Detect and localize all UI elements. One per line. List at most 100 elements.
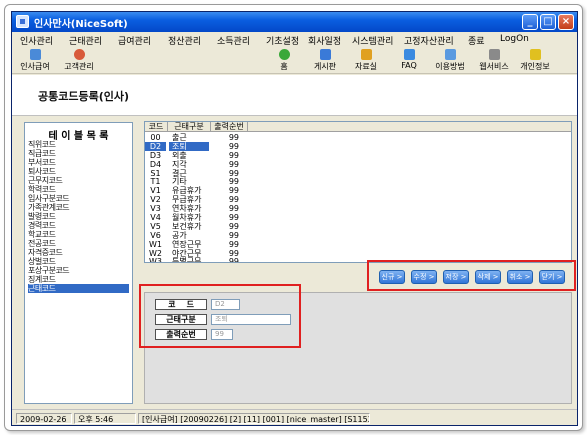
cell-attendance-type: 특별근무 xyxy=(172,257,202,263)
table-list-item[interactable]: 학력코드 xyxy=(28,185,129,194)
cell-code: 00 xyxy=(150,133,161,142)
grid-row[interactable]: V6 공가 99 xyxy=(145,231,571,240)
tool-guide[interactable]: 이용방법 xyxy=(427,49,473,73)
table-list-item[interactable]: 징계코드 xyxy=(28,275,129,284)
tool-label: 웹서비스 xyxy=(479,62,509,71)
output-order-field[interactable]: 99 xyxy=(211,329,233,340)
page-title: 공통코드등록(인사) xyxy=(38,90,130,103)
menu-basic-settings[interactable]: 기초설정 xyxy=(266,34,299,47)
grid-row[interactable]: V2 무급휴가 99 xyxy=(145,195,571,204)
table-list-item[interactable]: 발령코드 xyxy=(28,212,129,221)
table-list-item[interactable]: 직급코드 xyxy=(28,149,129,158)
grid-row[interactable]: T1 기타 99 xyxy=(145,177,571,186)
cell-code: T1 xyxy=(150,177,161,187)
cell-attendance-type: 출근 xyxy=(172,133,187,142)
grid-row[interactable]: W1 연장근무 99 xyxy=(145,240,571,249)
table-list-item[interactable]: 부서코드 xyxy=(28,158,129,167)
title-bar[interactable]: 인사만사(NiceSoft) _ □ × xyxy=(12,12,577,32)
menu-system[interactable]: 시스템관리 xyxy=(352,34,393,47)
output-order-label: 출력순번 xyxy=(155,329,207,340)
grid-row[interactable]: V1 유급휴가 99 xyxy=(145,186,571,195)
grid-row[interactable]: V4 월차휴가 99 xyxy=(145,213,571,222)
cell-code: W1 xyxy=(149,239,162,249)
table-list-item[interactable]: 퇴사코드 xyxy=(28,167,129,176)
table-list-item[interactable]: 입사구분코드 xyxy=(28,194,129,203)
tool-customer[interactable]: 고객관리 xyxy=(56,49,102,73)
cell-attendance-type: 외출 xyxy=(172,150,187,160)
grid-row[interactable]: D3 외출 99 xyxy=(145,151,571,160)
column-header-type[interactable]: 근태구분 xyxy=(168,122,211,132)
attendance-type-field[interactable]: 조퇴 xyxy=(211,314,291,325)
tool-label: 고객관리 xyxy=(64,62,94,71)
screenshot-frame: 인사만사(NiceSoft) _ □ × 인사관리 근태관리 급여관리 정산관리… xyxy=(4,4,583,431)
grid-row[interactable]: 00 출근 99 xyxy=(145,133,571,142)
column-header-code[interactable]: 코드 xyxy=(145,122,168,132)
menu-company-schedule[interactable]: 회사일정 xyxy=(308,34,341,47)
table-list-item[interactable]: 전공코드 xyxy=(28,239,129,248)
maximize-button[interactable]: □ xyxy=(540,14,556,30)
edit-button[interactable]: 수정 > xyxy=(411,270,437,284)
table-list-item[interactable]: 근태코드 xyxy=(28,284,129,293)
cell-output-order: 99 xyxy=(228,239,239,249)
grid-row[interactable]: V5 보건휴가 99 xyxy=(145,222,571,231)
tool-personal-info[interactable]: 개인정보 xyxy=(512,49,558,73)
grid-row[interactable]: W2 야간근무 99 xyxy=(145,249,571,258)
status-bar: 2009-02-26 오후 5:46 [인사급여] [20090226] [2]… xyxy=(12,409,577,425)
table-list-item[interactable]: 상벌코드 xyxy=(28,257,129,266)
cell-attendance-type: 연차휴가 xyxy=(172,204,202,214)
new-button[interactable]: 신규 > xyxy=(379,270,405,284)
cell-attendance-type: 연장근무 xyxy=(172,239,202,249)
cell-code: D2 xyxy=(145,141,166,151)
table-list-item[interactable]: 포상구분코드 xyxy=(28,266,129,275)
status-session-info: [인사급여] [20090226] [2] [11] [001] [nice_m… xyxy=(138,413,370,424)
cell-code: S1 xyxy=(150,168,161,178)
menu-settlement[interactable]: 정산관리 xyxy=(168,34,201,47)
web-service-icon xyxy=(488,49,500,60)
menu-income[interactable]: 소득관리 xyxy=(217,34,250,47)
tool-label: 게시판 xyxy=(313,62,337,71)
tool-home[interactable]: 홈 xyxy=(261,49,307,73)
window-title: 인사만사(NiceSoft) xyxy=(34,19,128,30)
close-button[interactable]: × xyxy=(558,14,574,30)
menu-hr[interactable]: 인사관리 xyxy=(20,34,53,47)
customer-icon xyxy=(73,49,85,60)
cell-output-order: 99 xyxy=(228,230,239,240)
grid-row[interactable]: D4 지각 99 xyxy=(145,160,571,169)
tool-board[interactable]: 게시판 xyxy=(302,49,348,73)
menu-fixed-assets[interactable]: 고정자산관리 xyxy=(404,34,454,47)
cell-code: V2 xyxy=(150,195,161,205)
grid-row[interactable]: D2 조퇴 99 xyxy=(145,141,571,151)
code-field[interactable]: D2 xyxy=(211,299,240,310)
cell-code: V1 xyxy=(150,186,161,196)
app-window: 인사만사(NiceSoft) _ □ × 인사관리 근태관리 급여관리 정산관리… xyxy=(11,11,578,426)
menu-logon[interactable]: LogOn xyxy=(500,34,529,44)
tool-faq[interactable]: FAQ xyxy=(386,49,432,73)
table-list-item[interactable]: 직위코드 xyxy=(28,140,129,149)
minimize-button[interactable]: _ xyxy=(522,14,538,30)
save-button[interactable]: 저장 > xyxy=(443,270,469,284)
menu-attendance[interactable]: 근태관리 xyxy=(69,34,102,47)
grid-row[interactable]: S1 결근 99 xyxy=(145,169,571,178)
action-button-group: 신규 > 수정 > 저장 > 삭제 > 취소 > 닫기 > xyxy=(367,260,576,291)
cell-output-order: 99 xyxy=(228,159,239,169)
cancel-button[interactable]: 취소 > xyxy=(507,270,533,284)
table-list-item[interactable]: 근무지코드 xyxy=(28,176,129,185)
tool-web-service[interactable]: 웹서비스 xyxy=(471,49,517,73)
table-list-item[interactable]: 자격증코드 xyxy=(28,248,129,257)
table-list-item[interactable]: 경력코드 xyxy=(28,221,129,230)
cell-attendance-type: 기타 xyxy=(172,177,187,187)
cell-output-order: 99 xyxy=(228,133,239,142)
table-list-item[interactable]: 학교코드 xyxy=(28,230,129,239)
tool-payroll-hr[interactable]: 인사급여 xyxy=(12,49,58,73)
menu-exit[interactable]: 종료 xyxy=(468,34,485,47)
close-form-button[interactable]: 닫기 > xyxy=(539,270,565,284)
cell-output-order: 99 xyxy=(228,141,239,151)
column-header-order[interactable]: 출력순번 xyxy=(211,122,248,132)
grid-header: 코드 근태구분 출력순번 xyxy=(145,122,571,132)
grid-row[interactable]: V3 연차휴가 99 xyxy=(145,204,571,213)
tool-archive[interactable]: 자료실 xyxy=(343,49,389,73)
delete-button[interactable]: 삭제 > xyxy=(475,270,501,284)
menu-payroll[interactable]: 급여관리 xyxy=(118,34,151,47)
cell-attendance-type: 결근 xyxy=(172,168,187,178)
table-list-item[interactable]: 가족관계코드 xyxy=(28,203,129,212)
